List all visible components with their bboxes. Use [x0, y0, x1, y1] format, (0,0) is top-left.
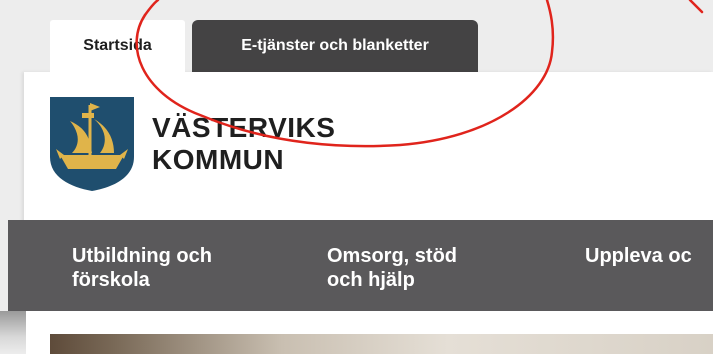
- brand-line-2: KOMMUN: [152, 144, 285, 175]
- main-nav: Utbildning och förskola Omsorg, stöd och…: [8, 220, 713, 311]
- tab-startsida[interactable]: Startsida: [50, 20, 185, 72]
- nav-label-line-1: Omsorg, stöd: [327, 245, 458, 267]
- nav-label-line-2: och hjälp: [327, 269, 415, 291]
- tab-e-services[interactable]: E-tjänster och blanketter: [192, 20, 478, 72]
- nav-label-line-2: förskola: [72, 269, 150, 291]
- nav-item-utbildning[interactable]: Utbildning och förskola: [72, 244, 212, 292]
- ship-coat-of-arms-icon[interactable]: [48, 95, 136, 193]
- nav-label-line-1: Utbildning och: [72, 245, 212, 267]
- municipality-name[interactable]: VÄSTERVIKS KOMMUN: [152, 112, 335, 176]
- nav-item-omsorg[interactable]: Omsorg, stöd och hjälp: [327, 244, 457, 292]
- hero-image: [50, 334, 713, 354]
- brand-line-1: VÄSTERVIKS: [152, 112, 336, 143]
- nav-item-uppleva[interactable]: Uppleva oc: [585, 244, 692, 268]
- page-side-edge: [0, 311, 26, 354]
- nav-label-line-1: Uppleva oc: [585, 245, 692, 267]
